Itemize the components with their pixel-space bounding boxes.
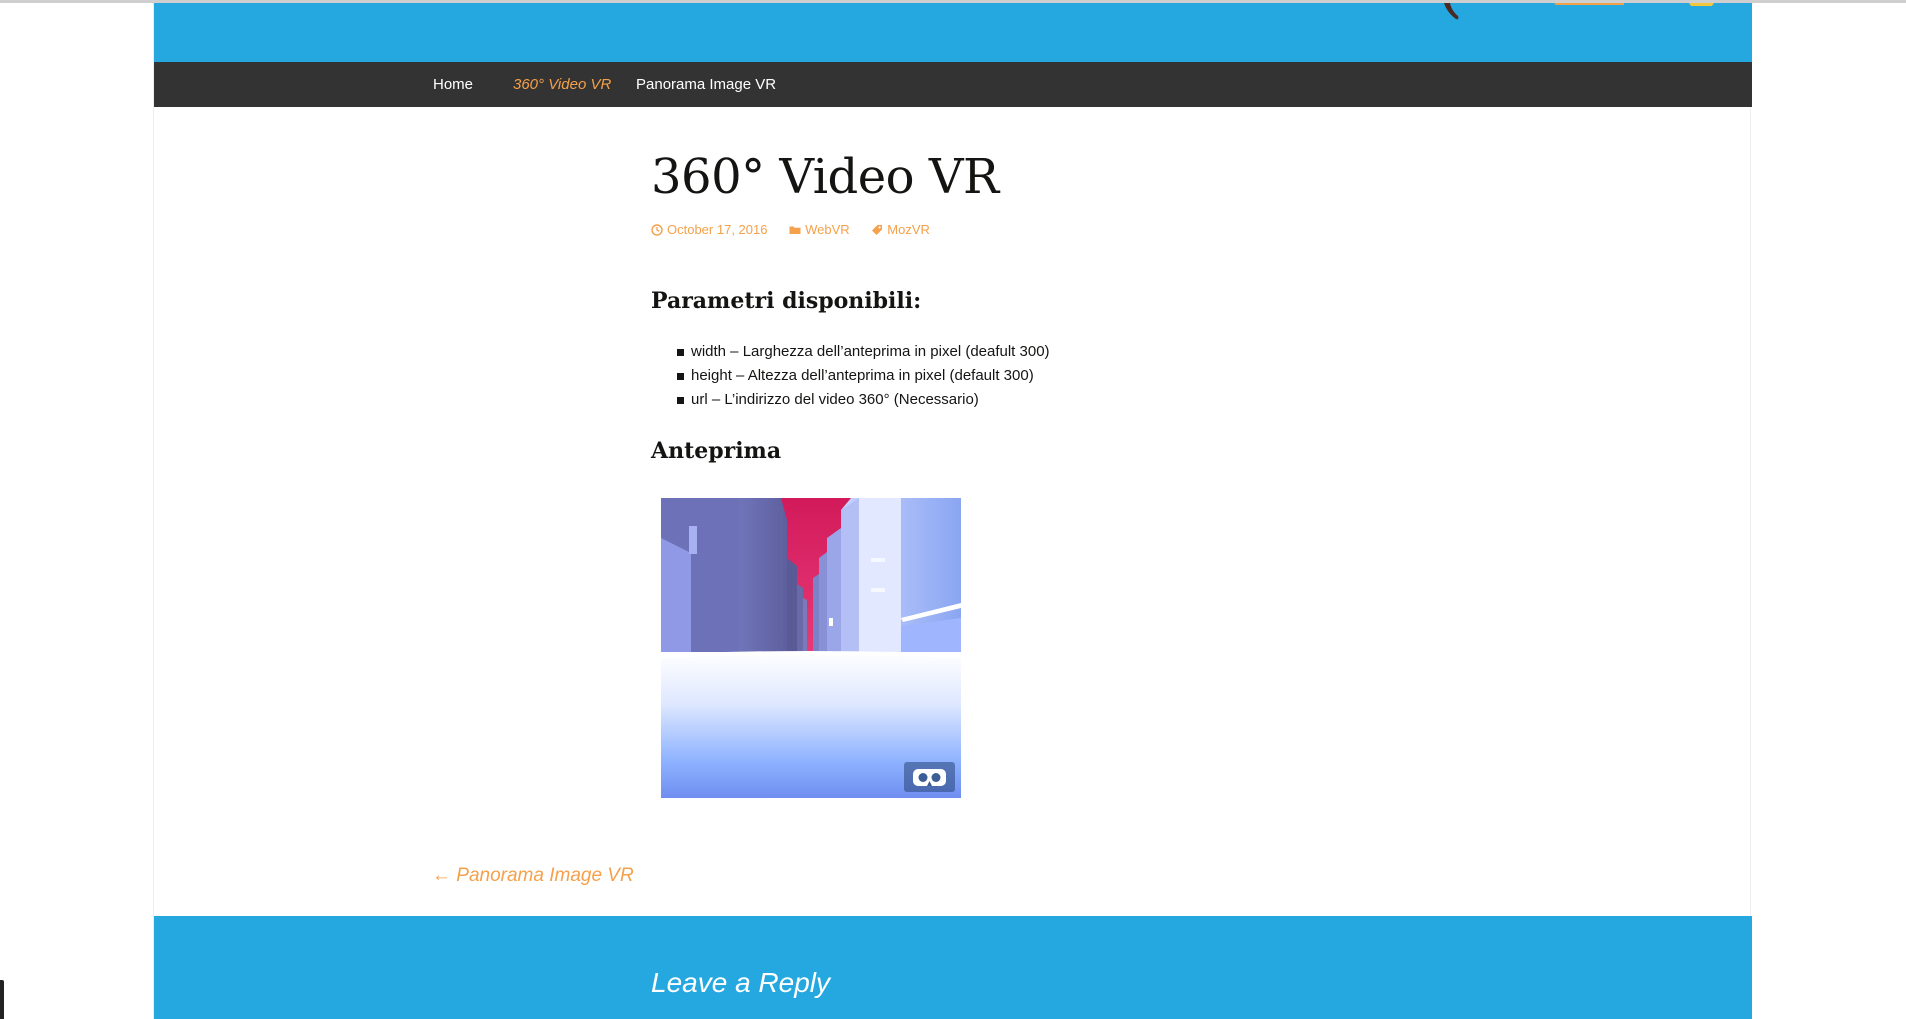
vr-video-preview[interactable]	[661, 498, 961, 798]
post-category-link[interactable]: WebVR	[789, 222, 850, 237]
window-corner-mark	[0, 980, 4, 1019]
header-decoration	[1444, 3, 1714, 20]
nav-item-panorama-image-vr[interactable]: Panorama Image VR	[636, 62, 776, 107]
site-header	[154, 3, 1752, 62]
post-date-link[interactable]: October 17, 2016	[651, 222, 767, 237]
param-text: url – L’indirizzo del video 360° (Necess…	[691, 391, 979, 408]
preview-heading: Anteprima	[651, 438, 782, 464]
post-tag-link[interactable]: MozVR	[871, 222, 930, 237]
nav-item-home[interactable]: Home	[433, 62, 473, 107]
main-navigation: Home 360° Video VR Panorama Image VR	[154, 62, 1752, 107]
bullet	[677, 373, 684, 380]
vr-mode-button[interactable]	[904, 762, 955, 792]
city-scene-image	[661, 498, 961, 798]
post-meta: October 17, 2016 WebVR MozVR	[651, 222, 948, 239]
param-text: height – Altezza dell’anteprima in pixel…	[691, 367, 1034, 384]
clock-icon	[651, 223, 663, 236]
tag-icon	[872, 224, 883, 235]
list-item: url – L’indirizzo del video 360° (Necess…	[651, 388, 1050, 412]
post-date: October 17, 2016	[667, 222, 768, 237]
param-text: width – Larghezza dell’anteprima in pixe…	[691, 343, 1050, 360]
nav-item-360-video-vr[interactable]: 360° Video VR	[513, 62, 611, 107]
params-heading: Parametri disponibili:	[651, 288, 922, 314]
comments-section: Leave a Reply	[154, 916, 1752, 1019]
params-list: width – Larghezza dell’anteprima in pixe…	[651, 340, 1050, 412]
bullet	[677, 397, 684, 404]
previous-post-link[interactable]: ← Panorama Image VR	[432, 865, 634, 887]
bullet	[677, 349, 684, 356]
site-page: Home 360° Video VR Panorama Image VR 360…	[153, 3, 1752, 1019]
cardboard-vr-icon	[913, 769, 946, 786]
list-item: height – Altezza dell’anteprima in pixel…	[651, 364, 1050, 388]
folder-icon	[789, 226, 801, 234]
post-title: 360° Video VR	[651, 149, 999, 205]
post-category: WebVR	[805, 222, 850, 237]
list-item: width – Larghezza dell’anteprima in pixe…	[651, 340, 1050, 364]
post-tag: MozVR	[887, 222, 930, 237]
reply-title: Leave a Reply	[651, 967, 831, 998]
